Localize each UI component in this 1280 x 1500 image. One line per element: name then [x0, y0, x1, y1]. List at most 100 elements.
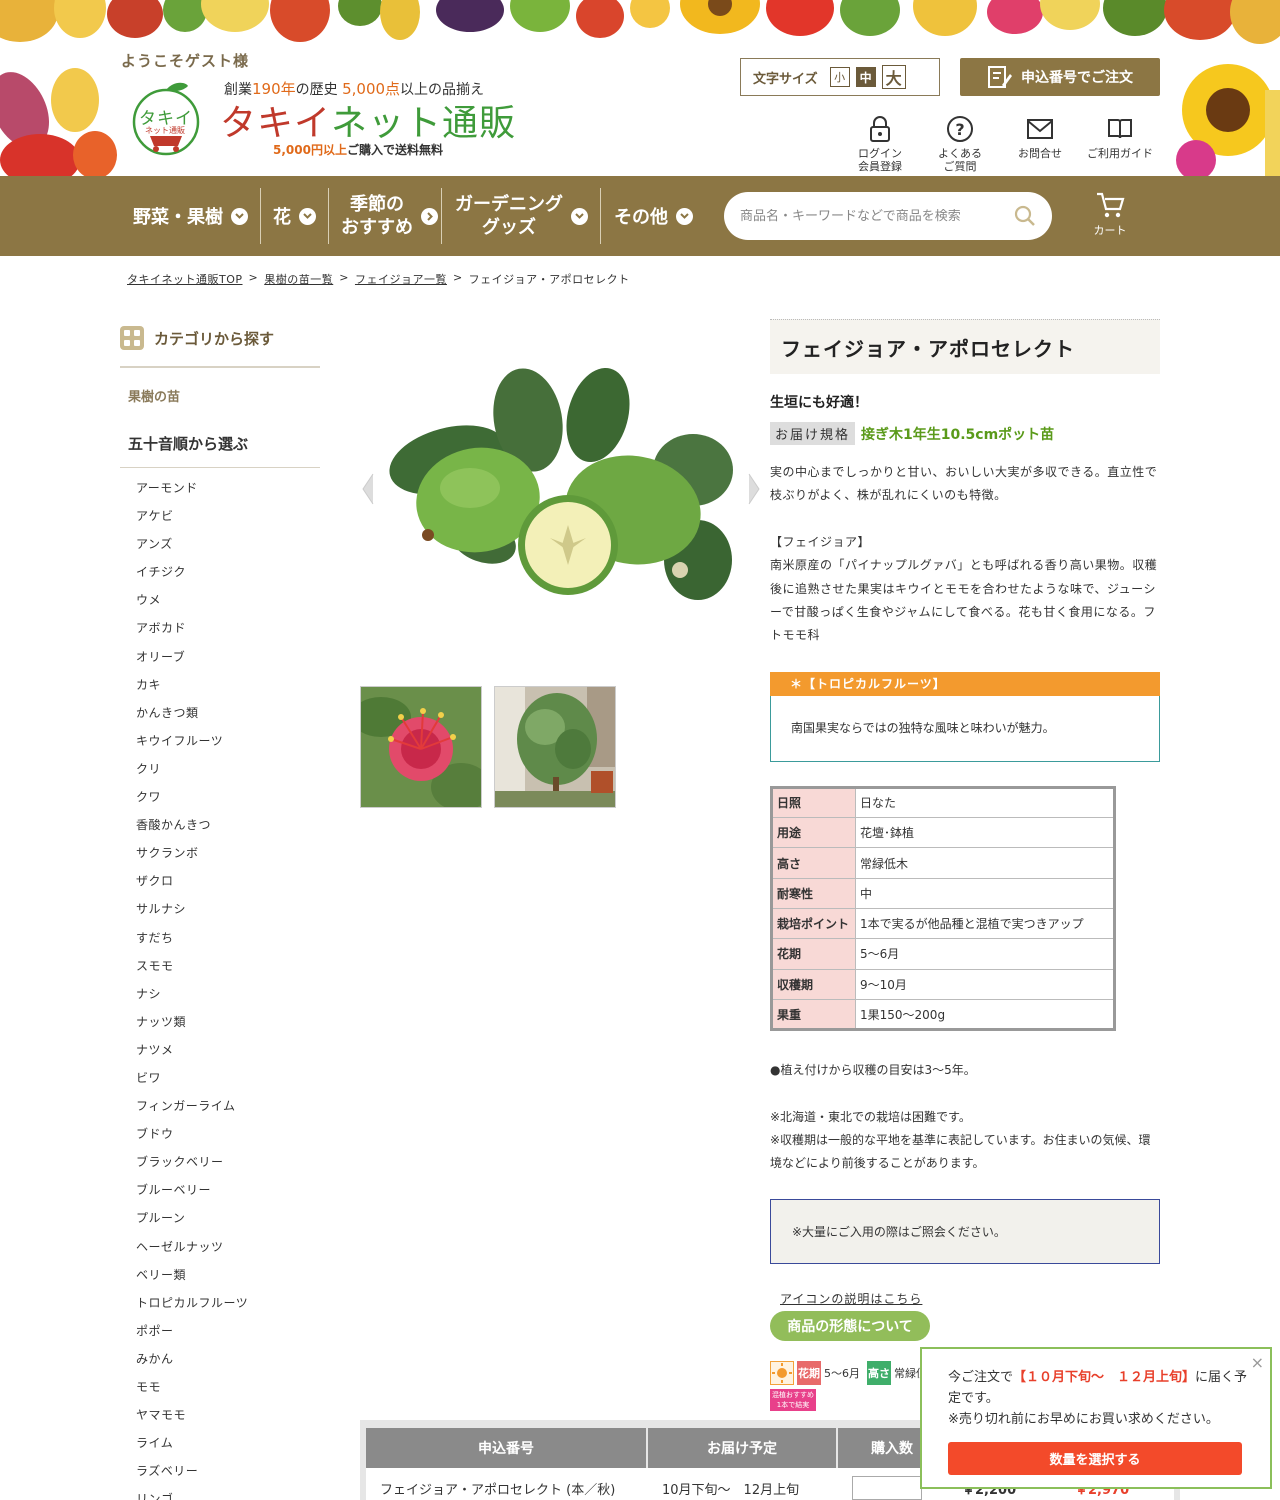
chevron-down-icon: [676, 207, 693, 225]
guide-link[interactable]: ご利用ガイド: [1080, 114, 1160, 173]
spec-key: 耐寒性: [771, 877, 856, 910]
font-size-small-button[interactable]: 小: [829, 67, 850, 87]
tropical-fruit-text: 南国果実ならではの独特な風味と味わいが魅力。: [770, 695, 1160, 762]
sidebar-list-item[interactable]: ウメ: [120, 586, 320, 614]
sidebar-list-item[interactable]: ヘーゼルナッツ: [120, 1233, 320, 1261]
product-form-button[interactable]: 商品の形態について: [770, 1311, 930, 1342]
sidebar-list-item[interactable]: かんきつ類: [120, 699, 320, 727]
nav-flowers[interactable]: 花: [273, 176, 316, 256]
close-icon[interactable]: ×: [1251, 1353, 1264, 1372]
logo-icon-subtext: ネット通販: [145, 126, 185, 135]
login-link[interactable]: ログイン 会員登録: [840, 114, 920, 173]
delivery-popup: × 今ご注文で【１０月下旬～ １２月上旬】に届く予定です。 ※売り切れ前にお早め…: [920, 1347, 1272, 1489]
sidebar-list-item[interactable]: カキ: [120, 671, 320, 699]
sidebar-list-item[interactable]: ライム: [120, 1429, 320, 1457]
vegetable-decoration-left: [0, 68, 117, 176]
sidebar-list-item[interactable]: フィンガーライム: [120, 1092, 320, 1120]
sidebar-list-item[interactable]: アケビ: [120, 502, 320, 530]
sidebar-list-item[interactable]: ビワ: [120, 1064, 320, 1092]
quantity-select[interactable]: [852, 1476, 922, 1500]
faq-link[interactable]: ? よくある ご質問: [920, 114, 1000, 173]
product-notes: ●植え付けから収穫の目安は3～5年。 ※北海道・東北での栽培は困難です。 ※収穫…: [770, 1063, 1151, 1171]
sidebar-list-item[interactable]: サクランボ: [120, 839, 320, 867]
spec-value: 5～6月: [855, 938, 1115, 970]
sidebar-list-item[interactable]: ブルーベリー: [120, 1176, 320, 1204]
next-image-arrow-icon[interactable]: [746, 472, 762, 506]
sidebar-list-item[interactable]: ナツメ: [120, 1036, 320, 1064]
search-input[interactable]: [740, 208, 1010, 224]
spec-key: 用途: [771, 817, 856, 849]
sidebar-list-item[interactable]: サルナシ: [120, 895, 320, 923]
product-thumbnail-tree[interactable]: [494, 686, 616, 808]
flower-period-value: 5～6月: [824, 1367, 860, 1381]
sidebar-category-fruit-trees[interactable]: 果樹の苗: [120, 386, 320, 405]
breadcrumb-current: フェイジョア・アポロセレクト: [468, 273, 630, 286]
breadcrumb-feijoa[interactable]: フェイジョア一覧: [355, 271, 447, 287]
sidebar-list-item[interactable]: みかん: [120, 1345, 320, 1373]
question-icon: ?: [947, 116, 973, 142]
sidebar-list-item[interactable]: ナッツ類: [120, 1008, 320, 1036]
nav-vegetables-fruits[interactable]: 野菜・果樹: [133, 176, 248, 256]
nav-divider: [328, 188, 329, 244]
contact-link[interactable]: お問合せ: [1000, 114, 1080, 173]
sidebar-list-item[interactable]: スモモ: [120, 952, 320, 980]
delivery-spec-label: お届け規格: [770, 422, 856, 445]
breadcrumb-fruit-trees[interactable]: 果樹の苗一覧: [264, 271, 333, 287]
spec-key: 栽培ポイント: [771, 908, 856, 940]
sidebar-list-item[interactable]: ブドウ: [120, 1120, 320, 1148]
mail-icon: [1027, 119, 1053, 139]
spec-key: 日照: [771, 786, 856, 819]
flower-period-icon: 花期: [797, 1361, 821, 1386]
sidebar-list-item[interactable]: トロピカルフルーツ: [120, 1289, 320, 1317]
tropical-fruit-heading: ＊【トロピカルフルーツ】: [770, 671, 1160, 696]
cart-button[interactable]: カート: [1086, 190, 1134, 238]
sidebar-list-item[interactable]: オリーブ: [120, 643, 320, 671]
sidebar-list-item[interactable]: アボカド: [120, 614, 320, 642]
prev-image-arrow-icon[interactable]: [360, 472, 376, 506]
icon-explanation-link[interactable]: アイコンの説明はこちら: [780, 1290, 1160, 1307]
sidebar-list-item[interactable]: ザクロ: [120, 867, 320, 895]
sidebar-list-item[interactable]: アーモンド: [120, 474, 320, 502]
sidebar-list-item[interactable]: プルーン: [120, 1204, 320, 1232]
sidebar-list-item[interactable]: ポポー: [120, 1317, 320, 1345]
font-size-medium-button[interactable]: 中: [855, 67, 876, 87]
sidebar-list-item[interactable]: ラズベリー: [120, 1457, 320, 1485]
sidebar-list: アーモンド アケビ アンズ イチジク ウメ アボカド オリーブ カキ かんきつ類 キウイフルーツク…: [120, 474, 320, 1500]
spec-value: 9～10月: [855, 968, 1115, 1000]
sidebar-list-item[interactable]: リンゴ: [120, 1485, 320, 1500]
sidebar-list-item[interactable]: ブラックベリー: [120, 1148, 320, 1176]
breadcrumb: タキイネット通販TOP > 果樹の苗一覧 > フェイジョア一覧 > フェイジョア…: [127, 271, 630, 287]
sidebar-list-item[interactable]: イチジク: [120, 558, 320, 586]
popup-message: 今ご注文で【１０月下旬～ １２月上旬】に届く予定です。 ※売り切れ前にお早めにお…: [948, 1370, 1248, 1427]
sidebar-list-item[interactable]: キウイフルーツ: [120, 727, 320, 755]
font-size-large-button[interactable]: 大: [881, 65, 906, 89]
search-icon[interactable]: [1014, 205, 1036, 227]
order-by-number-button[interactable]: 申込番号でご注文: [960, 58, 1160, 96]
sidebar-list-item[interactable]: モモ: [120, 1373, 320, 1401]
nav-other[interactable]: その他: [614, 176, 693, 256]
sidebar-list-item[interactable]: ベリー類: [120, 1261, 320, 1289]
font-size-label: 文字サイズ: [753, 71, 818, 87]
spec-row: 栽培ポイント 1本で実るが他品種と混植で実つきアップ: [771, 908, 1115, 940]
spec-key: 高さ: [771, 847, 856, 879]
product-thumbnail-flower[interactable]: [360, 686, 482, 808]
sidebar-list-item[interactable]: 香酸かんきつ: [120, 811, 320, 839]
spec-row: 収穫期 9～10月: [771, 968, 1115, 1000]
site-logo-text[interactable]: タキイネット通販: [220, 94, 516, 146]
nav-gardening-goods[interactable]: ガーデニング グッズ: [455, 176, 588, 256]
sidebar-list-item[interactable]: すだち: [120, 924, 320, 952]
svg-text:?: ?: [955, 120, 964, 139]
breadcrumb-top[interactable]: タキイネット通販TOP: [127, 271, 243, 287]
spec-value: 1果150～200g: [855, 998, 1115, 1031]
sidebar-list-item[interactable]: アンズ: [120, 530, 320, 558]
select-quantity-button[interactable]: 数量を選択する: [948, 1442, 1242, 1475]
site-logo-icon[interactable]: タキイ ネット通販: [130, 78, 202, 158]
site-header: ようこそゲスト様 タキイ ネット通販 創業190年の歴史 5,000点以上の品揃…: [0, 0, 1280, 176]
sidebar-list-item[interactable]: ヤマモモ: [120, 1401, 320, 1429]
sidebar-list-item[interactable]: クワ: [120, 783, 320, 811]
nav-seasonal[interactable]: 季節の おすすめ: [341, 176, 438, 256]
book-icon: [1108, 119, 1132, 139]
sidebar-list-item[interactable]: クリ: [120, 755, 320, 783]
spec-row: 果重 1果150～200g: [771, 998, 1115, 1031]
sidebar-list-item[interactable]: ナシ: [120, 980, 320, 1008]
